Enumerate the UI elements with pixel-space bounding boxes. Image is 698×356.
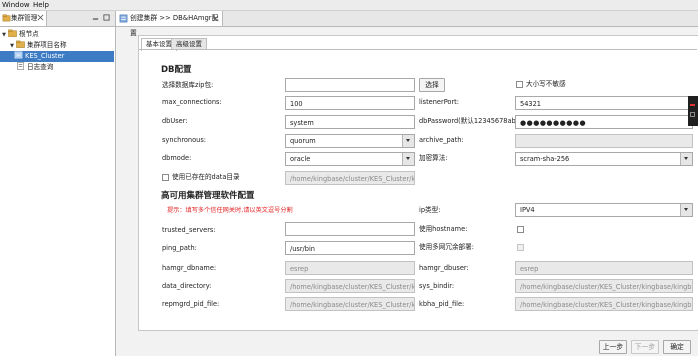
maximize-icon[interactable] [103, 14, 110, 21]
ha-config-heading: 高可用集群管理软件配置 [161, 191, 255, 201]
view-close-icon[interactable] [37, 14, 44, 21]
encrypt-label: 加密算法: [419, 154, 448, 162]
db-password-label: dbPassword(默认12345678ab): [419, 117, 521, 125]
synchronous-select[interactable]: quorum [285, 134, 415, 148]
tree-item-label: 根节点 [19, 30, 39, 38]
ip-type-value: IPV4 [520, 206, 535, 214]
chevron-down-icon[interactable] [402, 135, 414, 147]
menu-help[interactable]: Help [33, 0, 49, 10]
menu-window[interactable]: Window [2, 0, 30, 10]
folder-icon [16, 40, 25, 48]
tree-item-kes-cluster[interactable]: KES_Cluster [0, 51, 114, 62]
trusted-servers-label: trusted_servers: [162, 226, 216, 234]
data-directory-input[interactable]: /home/kingbase/cluster/KES_Cluster/kin [285, 279, 415, 293]
tree-item-log-query[interactable]: 日志查询 [8, 62, 112, 73]
encrypt-value: scram-sha-256 [520, 155, 570, 163]
hamgr-dbuser-input[interactable]: esrep [515, 261, 693, 275]
document-icon [17, 62, 24, 70]
cluster-management-panel: 集群管理 ▼ 根节点 ▼ 集群项目名称 KES_Cluster 日志查询 [0, 11, 116, 356]
kbha-pid-label: kbha_pid_file: [419, 300, 465, 308]
max-connections-label: max_connections: [162, 98, 222, 106]
use-existing-data-checkbox[interactable] [162, 174, 169, 181]
ok-button[interactable]: 确定 [663, 340, 691, 354]
db-config-heading: DB配置 [161, 65, 192, 75]
zip-label: 选择数据库zip包: [162, 81, 214, 89]
data-dir-input[interactable]: /home/kingbase/cluster/KES_Cluster/kin [285, 171, 415, 185]
listener-port-label: listenerPort: [419, 98, 459, 106]
expand-arrow-icon[interactable]: ▼ [0, 30, 8, 41]
folder-icon [8, 29, 17, 37]
repmgrd-pid-label: repmgrd_pid_file: [162, 300, 220, 308]
db-user-input[interactable]: system [285, 115, 415, 129]
tree-item-label: 日志查询 [27, 63, 54, 71]
ping-path-input[interactable]: /usr/bin [285, 241, 415, 255]
hamgr-dbname-input[interactable]: esrep [285, 261, 415, 275]
kbha-pid-input[interactable]: /home/kingbase/cluster/KES_Cluster/kingb… [515, 297, 693, 311]
zip-path-input[interactable] [285, 78, 415, 92]
trusted-servers-input[interactable] [285, 222, 415, 236]
ip-type-label: ip类型: [419, 206, 441, 214]
repmgrd-pid-input[interactable]: /home/kingbase/cluster/KES_Cluster/kin [285, 297, 415, 311]
use-hostname-checkbox[interactable] [517, 226, 524, 233]
next-button[interactable]: 下一步 [631, 340, 659, 354]
folder-icon [2, 14, 11, 22]
panel-tab-label: 集群管理 [11, 14, 38, 22]
encrypt-select[interactable]: scram-sha-256 [515, 152, 693, 166]
use-multi-nic-checkbox[interactable] [517, 244, 524, 251]
cluster-icon [14, 51, 23, 59]
synchronous-label: synchronous: [162, 136, 206, 144]
sys-bindir-label: sys_bindir: [419, 282, 455, 290]
editor-tab-bar: 创建集群 >> DB&HAmgr配置 [116, 11, 698, 37]
use-multi-nic-label: 使用多网冗余部署: [419, 243, 474, 251]
sys-bindir-input[interactable]: /home/kingbase/cluster/KES_Cluster/kingb… [515, 279, 693, 293]
use-existing-data-label: 使用已存在的data目录 [172, 173, 240, 181]
case-insensitive-checkbox[interactable] [516, 81, 523, 88]
tree-item-project[interactable]: ▼ 集群项目名称 [8, 40, 112, 51]
floating-toolbar-widget[interactable] [688, 96, 698, 126]
listener-port-input[interactable]: 54321 [515, 96, 693, 110]
case-insensitive-label: 大小写不敏感 [526, 80, 566, 88]
max-connections-input[interactable]: 100 [285, 96, 415, 110]
previous-button[interactable]: 上一步 [599, 340, 627, 354]
tree-item-root[interactable]: ▼ 根节点 [0, 29, 112, 40]
ip-type-select[interactable]: IPV4 [515, 203, 693, 217]
db-password-input[interactable]: ●●●●●●●●●● [515, 115, 693, 129]
ping-path-label: ping_path: [162, 244, 197, 252]
synchronous-value: quorum [290, 137, 316, 145]
archive-path-input[interactable] [515, 134, 693, 148]
panel-tab-cluster-management[interactable]: 集群管理 [0, 11, 47, 26]
minimize-icon[interactable] [92, 14, 99, 21]
dbmode-select[interactable]: oracle [285, 152, 415, 166]
data-directory-label: data_directory: [162, 282, 212, 290]
panel-tab-bar: 集群管理 [0, 11, 115, 27]
editor-tab-icon [119, 14, 128, 23]
hamgr-dbname-label: hamgr_dbname: [162, 264, 217, 272]
editor-tab-create-cluster[interactable]: 创建集群 >> DB&HAmgr配置 [116, 11, 223, 37]
tree-item-label: KES_Cluster [25, 52, 65, 60]
tab-close-icon[interactable] [212, 15, 219, 22]
dbmode-label: dbmode: [162, 154, 192, 162]
archive-path-label: archive_path: [419, 136, 464, 144]
menubar: Window Help [0, 0, 698, 11]
tree-item-label: 集群项目名称 [27, 41, 67, 49]
hamgr-dbuser-label: hamgr_dbuser: [419, 264, 469, 272]
chevron-down-icon[interactable] [680, 204, 692, 216]
chevron-down-icon[interactable] [680, 153, 692, 165]
browse-button[interactable]: 选择 [419, 78, 445, 92]
chevron-down-icon[interactable] [402, 153, 414, 165]
db-user-label: dbUser: [162, 117, 188, 125]
subtab-divider [139, 49, 697, 50]
trusted-servers-hint: 提示：填写多个信任网关时,请以英文逗号分割 [167, 207, 293, 214]
use-hostname-label: 使用hostname: [419, 225, 468, 233]
dbmode-value: oracle [290, 155, 311, 163]
